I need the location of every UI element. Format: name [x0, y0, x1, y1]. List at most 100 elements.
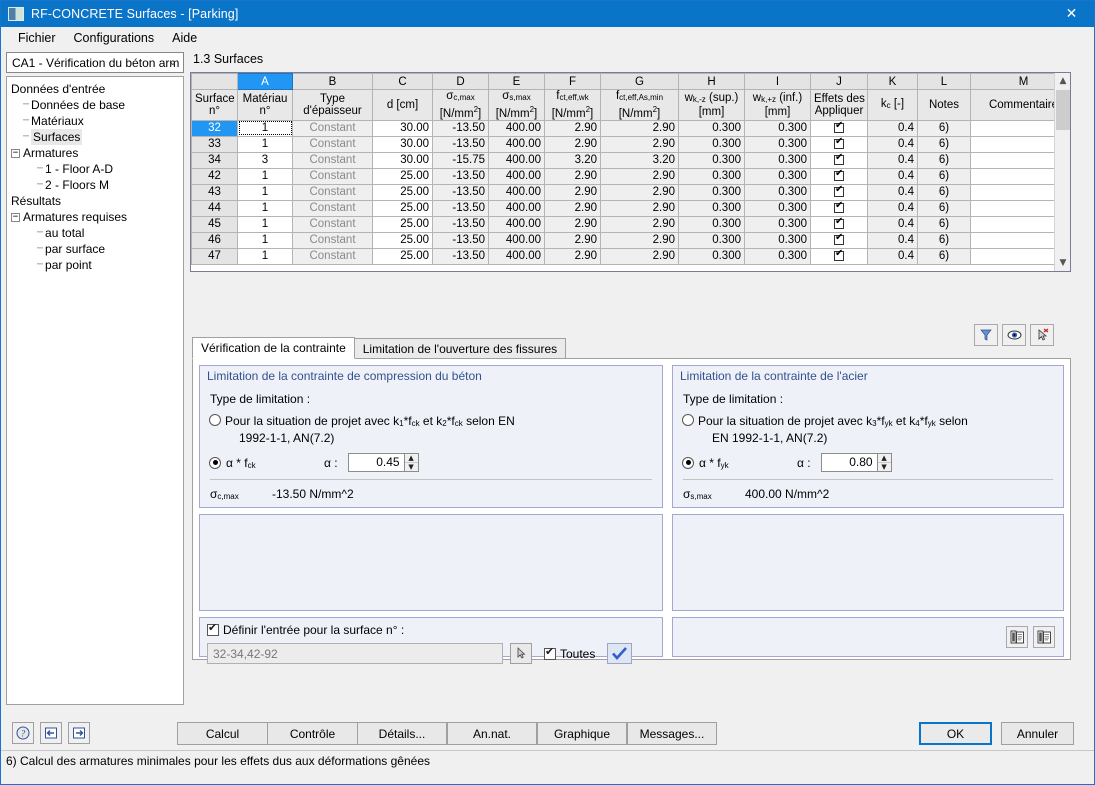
cell-kc[interactable]: 0.4	[867, 183, 918, 201]
table-row[interactable]: 42 1 Constant 25.00 -13.50 400.00 2.90 2.90 0.30…	[191, 167, 1070, 185]
cell-surface[interactable]: 42	[191, 167, 238, 185]
graphique-button[interactable]: Graphique	[537, 722, 627, 745]
cell-type[interactable]: Constant	[292, 119, 373, 137]
cell-materiau[interactable]: 1	[237, 247, 293, 265]
menu-item-fichier[interactable]: Fichier	[9, 29, 65, 47]
column-letter-D[interactable]: D	[432, 73, 489, 90]
apply-surface-checkbox[interactable]	[207, 621, 219, 636]
appliquer-checkbox[interactable]	[834, 169, 844, 182]
cell-sc_max[interactable]: -13.50	[432, 119, 489, 137]
cell-wk_inf[interactable]: 0.300	[744, 231, 811, 249]
cell-wk_sup[interactable]: 0.300	[678, 183, 745, 201]
cell-d[interactable]: 25.00	[372, 247, 433, 265]
concrete-option1-radio[interactable]	[209, 414, 221, 426]
tree-item-donn-es-d-entr-e[interactable]: Données d'entrée	[11, 81, 183, 97]
column-letter-B[interactable]: B	[292, 73, 373, 90]
table-row[interactable]: 33 1 Constant 30.00 -13.50 400.00 2.90 2.90 0.30…	[191, 135, 1070, 153]
column-letter-row[interactable]: ABCDEFGHIJKLM	[191, 73, 1070, 90]
copy-left-icon[interactable]	[1006, 626, 1028, 648]
tree-item-r-sultats[interactable]: Résultats	[11, 193, 183, 209]
cell-wk_inf[interactable]: 0.300	[744, 247, 811, 265]
cell-fct_as[interactable]: 2.90	[600, 167, 679, 185]
next-nav-icon[interactable]	[68, 722, 90, 744]
cell-ss_max[interactable]: 400.00	[488, 135, 545, 153]
cell-wk_sup[interactable]: 0.300	[678, 167, 745, 185]
cell-wk_inf[interactable]: 0.300	[744, 215, 811, 233]
column-letter-K[interactable]: K	[867, 73, 918, 90]
cell-wk_sup[interactable]: 0.300	[678, 231, 745, 249]
cell-type[interactable]: Constant	[292, 151, 373, 169]
menu-item-aide[interactable]: Aide	[163, 29, 206, 47]
steel-alpha-spin-buttons[interactable]: ▲ ▼	[876, 454, 891, 471]
cell-fct_wk[interactable]: 2.90	[544, 183, 601, 201]
cell-wk_sup[interactable]: 0.300	[678, 215, 745, 233]
pick-cursor-icon[interactable]	[510, 643, 532, 664]
cell-appliquer[interactable]	[810, 119, 868, 137]
cell-appliquer[interactable]	[810, 199, 868, 217]
cell-wk_inf[interactable]: 0.300	[744, 183, 811, 201]
cell-kc[interactable]: 0.4	[867, 167, 918, 185]
cell-notes[interactable]: 6)	[917, 183, 971, 201]
tree-item-au-total[interactable]: ⋯ au total	[11, 225, 183, 241]
column-letter-F[interactable]: F	[544, 73, 601, 90]
tree-item-2-floors-m[interactable]: ⋯ 2 - Floors M	[11, 177, 183, 193]
cell-sc_max[interactable]: -15.75	[432, 151, 489, 169]
tree-item-par-point[interactable]: ⋯ par point	[11, 257, 183, 273]
close-icon[interactable]: ✕	[1049, 1, 1094, 27]
column-letter-G[interactable]: G	[600, 73, 679, 90]
toutes-checkbox-row[interactable]: Toutes	[544, 645, 595, 661]
column-letter-E[interactable]: E	[488, 73, 545, 90]
cell-sc_max[interactable]: -13.50	[432, 199, 489, 217]
menu-item-configurations[interactable]: Configurations	[65, 29, 164, 47]
cell-materiau[interactable]: 1	[237, 135, 293, 153]
cell-fct_as[interactable]: 2.90	[600, 183, 679, 201]
cell-d[interactable]: 30.00	[372, 119, 433, 137]
cell-d[interactable]: 25.00	[372, 199, 433, 217]
blue-check-icon[interactable]	[607, 643, 633, 664]
cell-type[interactable]: Constant	[292, 199, 373, 217]
tree-item-surfaces[interactable]: ⋯ Surfaces	[11, 129, 183, 145]
cell-wk_sup[interactable]: 0.300	[678, 247, 745, 265]
column-letter-I[interactable]: I	[744, 73, 811, 90]
cell-fct_as[interactable]: 2.90	[600, 199, 679, 217]
appliquer-checkbox[interactable]	[834, 233, 844, 246]
cell-fct_as[interactable]: 3.20	[600, 151, 679, 169]
cell-appliquer[interactable]	[810, 231, 868, 249]
cell-d[interactable]: 25.00	[372, 215, 433, 233]
table-row[interactable]: 44 1 Constant 25.00 -13.50 400.00 2.90 2.90 0.30…	[191, 199, 1070, 217]
tree-item-donn-es-de-base[interactable]: ⋯ Données de base	[11, 97, 183, 113]
cell-fct_wk[interactable]: 2.90	[544, 215, 601, 233]
tree-item-mat-riaux[interactable]: ⋯ Matériaux	[11, 113, 183, 129]
cell-notes[interactable]: 6)	[917, 215, 971, 233]
scrollbar-thumb[interactable]	[1056, 90, 1070, 130]
cell-sc_max[interactable]: -13.50	[432, 215, 489, 233]
cell-ss_max[interactable]: 400.00	[488, 151, 545, 169]
cell-appliquer[interactable]	[810, 247, 868, 265]
cell-d[interactable]: 25.00	[372, 183, 433, 201]
table-vertical-scrollbar[interactable]: ▲ ▼	[1054, 73, 1070, 271]
cell-fct_wk[interactable]: 2.90	[544, 167, 601, 185]
cell-d[interactable]: 30.00	[372, 135, 433, 153]
cell-fct_as[interactable]: 2.90	[600, 231, 679, 249]
cell-surface[interactable]: 33	[191, 135, 238, 153]
cell-notes[interactable]: 6)	[917, 135, 971, 153]
spin-down-icon[interactable]: ▼	[405, 463, 418, 471]
cell-materiau[interactable]: 1	[237, 167, 293, 185]
tab-limitation-fissures[interactable]: Limitation de l'ouverture des fissures	[353, 338, 567, 359]
cell-wk_inf[interactable]: 0.300	[744, 135, 811, 153]
cell-fct_wk[interactable]: 2.90	[544, 231, 601, 249]
cell-notes[interactable]: 6)	[917, 119, 971, 137]
appliquer-checkbox[interactable]	[834, 185, 844, 198]
copy-right-icon[interactable]	[1033, 626, 1055, 648]
cell-type[interactable]: Constant	[292, 247, 373, 265]
cell-fct_wk[interactable]: 2.90	[544, 119, 601, 137]
tree-item-1-floor-a-d[interactable]: ⋯ 1 - Floor A-D	[11, 161, 183, 177]
cell-notes[interactable]: 6)	[917, 167, 971, 185]
column-letter-none[interactable]	[191, 73, 238, 90]
surface-numbers-input[interactable]: 32-34,42-92	[207, 643, 503, 664]
cell-kc[interactable]: 0.4	[867, 215, 918, 233]
cell-kc[interactable]: 0.4	[867, 151, 918, 169]
details-button[interactable]: Détails...	[357, 722, 447, 745]
cell-ss_max[interactable]: 400.00	[488, 199, 545, 217]
cell-surface[interactable]: 46	[191, 231, 238, 249]
